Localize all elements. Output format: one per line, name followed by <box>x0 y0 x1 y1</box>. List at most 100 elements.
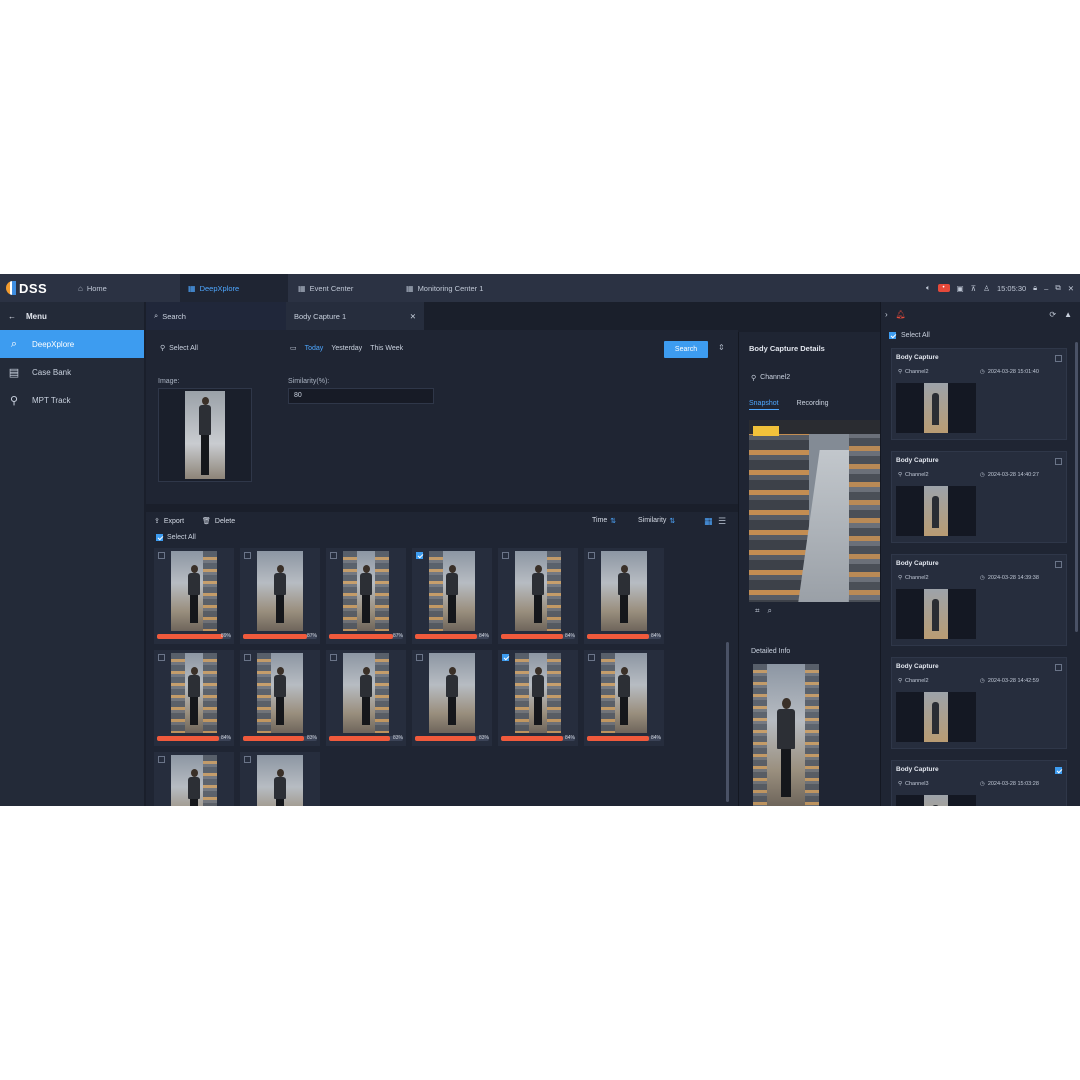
result-thumbnail[interactable] <box>343 653 389 733</box>
result-thumbnail[interactable] <box>171 551 217 631</box>
query-image[interactable] <box>158 388 252 482</box>
tab-event-center[interactable]: ▦ Event Center <box>290 274 398 302</box>
capture-checkbox[interactable] <box>1055 355 1062 362</box>
capture-thumbnail[interactable] <box>896 486 976 536</box>
nav-item-mpt-track[interactable]: ⚲ MPT Track <box>0 386 144 414</box>
calendar-icon[interactable]: ▭ <box>290 344 297 352</box>
menu-header[interactable]: ← Menu <box>0 302 144 330</box>
close-icon[interactable]: ✕ <box>410 312 416 321</box>
result-thumbnail[interactable] <box>257 653 303 733</box>
result-card[interactable] <box>154 752 234 806</box>
minimize-icon[interactable]: – <box>1044 284 1048 293</box>
time-option-today[interactable]: Today <box>305 345 324 352</box>
user-icon[interactable]: ♙ <box>983 284 990 293</box>
capture-checkbox[interactable] <box>1055 767 1062 774</box>
delete-button[interactable]: 🗑︎ Delete <box>202 517 235 526</box>
capture-card[interactable]: Body Capture ⚲ Channel3 ◷ 2024-03-28 15:03:2… <box>891 760 1067 806</box>
result-card[interactable]: 83% <box>240 650 320 746</box>
close-icon[interactable]: ✕ <box>1068 284 1074 293</box>
chevron-right-icon[interactable]: › <box>885 310 888 319</box>
capture-card[interactable]: Body Capture ⚲ Channel2 ◷ 2024-03-28 14:39:3… <box>891 554 1067 646</box>
time-option-this-week[interactable]: This Week <box>370 345 403 352</box>
tab-monitoring-center[interactable]: ▦ Monitoring Center 1 <box>398 274 508 302</box>
clear-icon[interactable]: ▲ <box>1064 310 1072 319</box>
result-thumbnail[interactable] <box>257 551 303 631</box>
refresh-icon[interactable]: ⟳ <box>1049 310 1056 319</box>
result-checkbox[interactable] <box>416 552 423 559</box>
result-thumbnail[interactable] <box>515 551 561 631</box>
alarm-badge[interactable]: • <box>937 284 950 292</box>
select-all-channels[interactable]: ⚲ Select All <box>160 344 198 353</box>
list-view-icon[interactable]: ☰ <box>718 516 726 527</box>
select-all-results[interactable]: Select All <box>156 534 196 541</box>
result-checkbox[interactable] <box>158 552 165 559</box>
capture-card[interactable]: Body Capture ⚲ Channel2 ◷ 2024-03-28 15:01:4… <box>891 348 1067 440</box>
result-card[interactable]: 84% <box>412 548 492 644</box>
capture-list-scrollbar[interactable] <box>1075 342 1078 632</box>
result-card[interactable]: 83% <box>412 650 492 746</box>
similarity-input[interactable]: 80 <box>288 388 434 404</box>
time-option-yesterday[interactable]: Yesterday <box>331 345 362 352</box>
result-checkbox[interactable] <box>330 654 337 661</box>
sort-similarity[interactable]: Similarity ⇅ <box>638 517 675 525</box>
lock-icon[interactable]: 🔒︎ <box>1033 283 1037 293</box>
result-checkbox[interactable] <box>416 654 423 661</box>
result-thumbnail[interactable] <box>171 653 217 733</box>
capture-card[interactable]: Body Capture ⚲ Channel2 ◷ 2024-03-28 14:42:5… <box>891 657 1067 749</box>
result-checkbox[interactable] <box>158 756 165 763</box>
results-scrollbar[interactable] <box>726 642 729 802</box>
result-checkbox[interactable] <box>330 552 337 559</box>
snapshot-image[interactable] <box>749 420 881 602</box>
result-checkbox[interactable] <box>588 654 595 661</box>
tab-deepxplore[interactable]: ▦ DeepXplore <box>180 274 288 302</box>
capture-checkbox[interactable] <box>1055 561 1062 568</box>
crop-icon[interactable]: ⌗ <box>755 606 760 616</box>
checkbox[interactable] <box>156 534 163 541</box>
result-thumbnail[interactable] <box>515 653 561 733</box>
result-checkbox[interactable] <box>158 654 165 661</box>
result-card[interactable]: 87% <box>240 548 320 644</box>
result-card[interactable]: 84% <box>498 548 578 644</box>
nav-item-case-bank[interactable]: ▤ Case Bank <box>0 358 144 386</box>
network-icon[interactable]: ⊼ <box>971 284 977 293</box>
capture-checkbox[interactable] <box>1055 664 1062 671</box>
result-checkbox[interactable] <box>502 654 509 661</box>
result-thumbnail[interactable] <box>429 551 475 631</box>
result-card[interactable] <box>240 752 320 806</box>
result-card[interactable]: 83% <box>326 650 406 746</box>
zoom-icon[interactable]: ⌕ <box>768 606 772 616</box>
capture-thumbnail[interactable] <box>896 795 976 806</box>
result-thumbnail[interactable] <box>429 653 475 733</box>
tab-home[interactable]: ⌂ Home <box>70 274 178 302</box>
grid-view-icon[interactable]: ▦ <box>704 516 713 527</box>
result-card[interactable]: 89% <box>154 548 234 644</box>
search-button[interactable]: Search <box>664 341 708 358</box>
tab-body-capture[interactable]: Body Capture 1 ✕ <box>286 302 424 330</box>
restore-icon[interactable]: ⧉ <box>1055 283 1060 293</box>
result-card[interactable]: 84% <box>584 548 664 644</box>
monitor-icon[interactable]: ▣ <box>957 284 964 293</box>
result-thumbnail[interactable] <box>601 551 647 631</box>
result-thumbnail[interactable] <box>257 755 303 806</box>
back-arrow-icon[interactable]: ← <box>8 312 16 321</box>
result-thumbnail[interactable] <box>171 755 217 806</box>
sort-time[interactable]: Time ⇅ <box>592 517 616 525</box>
checkbox[interactable] <box>889 332 896 339</box>
result-checkbox[interactable] <box>502 552 509 559</box>
result-checkbox[interactable] <box>588 552 595 559</box>
tab-snapshot[interactable]: Snapshot <box>749 400 779 410</box>
result-card[interactable]: 84% <box>154 650 234 746</box>
tab-search[interactable]: ⌕ Search <box>146 302 286 330</box>
result-checkbox[interactable] <box>244 552 251 559</box>
result-checkbox[interactable] <box>244 654 251 661</box>
result-card[interactable]: 84% <box>584 650 664 746</box>
export-button[interactable]: ⇪ Export <box>154 517 184 526</box>
capture-thumbnail[interactable] <box>896 692 976 742</box>
result-thumbnail[interactable] <box>343 551 389 631</box>
detailed-info-image[interactable] <box>753 664 819 806</box>
speaker-icon[interactable]: 🔈︎ <box>926 283 931 293</box>
result-card[interactable]: 84% <box>498 650 578 746</box>
result-card[interactable]: 87% <box>326 548 406 644</box>
result-thumbnail[interactable] <box>601 653 647 733</box>
tab-recording[interactable]: Recording <box>797 400 829 410</box>
